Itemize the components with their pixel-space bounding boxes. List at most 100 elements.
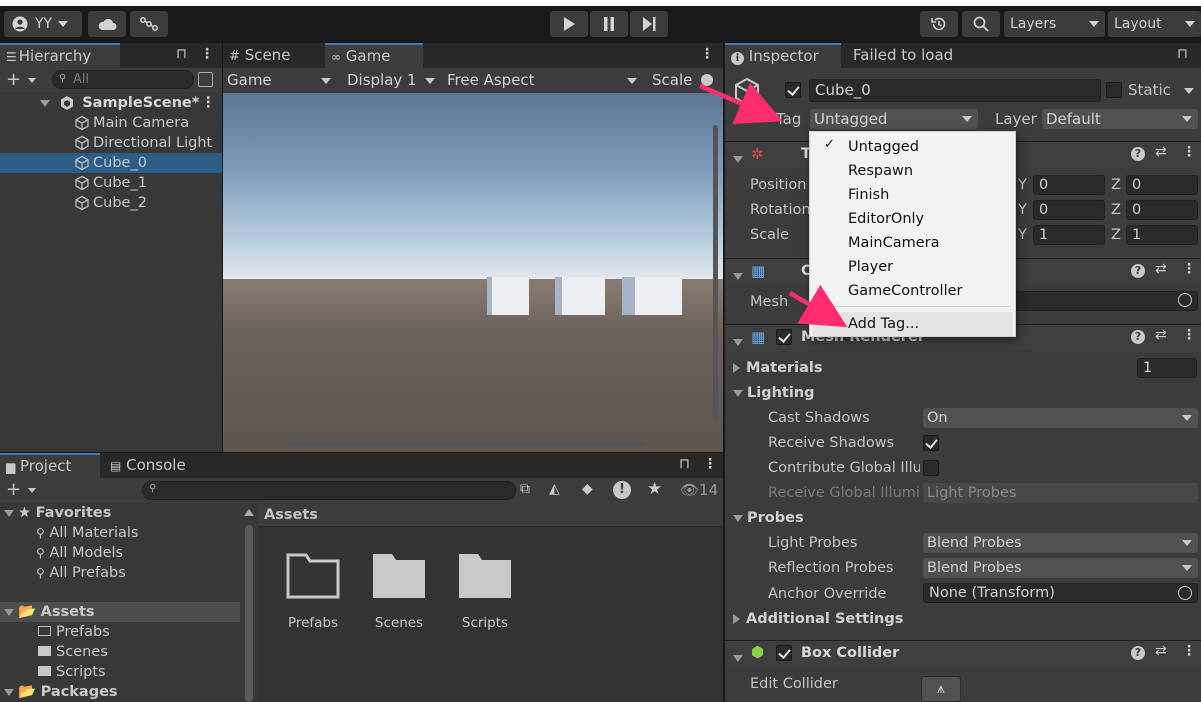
filter-type-icon[interactable]: ◭ [549, 481, 560, 497]
favorite-item[interactable]: ⚲ All Models [36, 543, 123, 563]
lock-icon[interactable]: ⊓ [176, 46, 187, 62]
step-button[interactable] [630, 11, 668, 37]
tag-menu-item[interactable]: MainCamera [812, 232, 1013, 254]
more-options-icon[interactable]: ⋮ [703, 456, 717, 472]
reflection-probes-dropdown[interactable]: Blend Probes [923, 558, 1198, 578]
tab-project[interactable]: ▆ Project [0, 453, 100, 478]
more-options-icon[interactable]: ⋮ [1182, 144, 1196, 160]
tag-menu-item[interactable]: Respawn [812, 160, 1013, 182]
search-button[interactable] [962, 11, 1000, 37]
hierarchy-item[interactable]: Cube_1 [0, 173, 222, 193]
cast-shadows-dropdown[interactable]: On [923, 408, 1198, 428]
favorite-item[interactable]: ⚲ All Prefabs [36, 563, 126, 583]
materials-foldout[interactable]: Materials [733, 358, 823, 378]
static-checkbox[interactable] [1106, 82, 1122, 98]
preset-icon[interactable]: ⇄ [1155, 261, 1167, 277]
lock-icon[interactable]: ⊓ [679, 456, 690, 472]
hierarchy-item[interactable]: Cube_2 [0, 193, 222, 213]
contribute-gi-checkbox[interactable] [923, 460, 939, 476]
star-icon[interactable]: ★ [647, 479, 662, 499]
position-y-field[interactable]: 0 [1033, 175, 1105, 195]
edit-collider-button[interactable]: ⩚ [921, 676, 961, 702]
additional-settings-foldout[interactable]: Additional Settings [733, 609, 903, 629]
add-icon[interactable]: + [6, 69, 21, 90]
help-icon[interactable]: ? [1131, 147, 1145, 161]
more-options-icon[interactable]: ⋮ [1182, 643, 1196, 659]
scale-slider-handle[interactable] [701, 74, 713, 86]
tag-menu-item[interactable]: EditorOnly [812, 208, 1013, 230]
cloud-button[interactable] [88, 11, 126, 37]
more-options-icon[interactable]: ⋮ [1182, 261, 1196, 277]
lighting-foldout[interactable]: Lighting [733, 383, 815, 403]
display-dropdown[interactable]: Display 1 [343, 70, 439, 91]
tag-menu-item[interactable]: GameController [812, 280, 1013, 302]
assets-breadcrumb[interactable]: Assets [258, 503, 723, 527]
search-by-type-icon[interactable]: ⧉ [520, 481, 530, 497]
scale-z-field[interactable]: 1 [1126, 225, 1198, 245]
add-tag-menu-item[interactable]: Add Tag... [812, 312, 1013, 336]
favorites-row[interactable]: ★ Favorites [4, 503, 111, 523]
tab-hierarchy[interactable]: ☰ Hierarchy [0, 43, 120, 68]
chevron-down-icon[interactable] [28, 78, 36, 83]
object-name-input[interactable]: Cube_0 [809, 79, 1101, 102]
preset-icon[interactable]: ⇄ [1155, 643, 1167, 659]
object-picker-icon[interactable] [1178, 586, 1192, 600]
box-collider-header[interactable]: ⬢ Box Collider ? ⇄ ⋮ [725, 640, 1201, 666]
lock-icon[interactable]: ⊓ [1177, 46, 1188, 62]
tag-menu-item[interactable]: Finish [812, 184, 1013, 206]
more-options-icon[interactable]: ⋮ [1182, 327, 1196, 343]
aspect-dropdown[interactable]: Free Aspect [443, 70, 641, 91]
account-button[interactable]: YY [4, 11, 82, 37]
active-checkbox[interactable] [785, 82, 801, 98]
chevron-down-icon[interactable] [1184, 88, 1194, 94]
asset-folder-item[interactable]: Scenes [38, 642, 108, 662]
object-picker-icon[interactable] [1178, 293, 1192, 307]
scene-row[interactable]: SampleScene* ⋮ [0, 93, 222, 113]
play-button[interactable] [550, 11, 588, 37]
probes-foldout[interactable]: Probes [733, 508, 804, 528]
collab-button[interactable] [130, 11, 168, 37]
asset-folder-item[interactable]: Prefabs [38, 622, 110, 642]
layers-dropdown[interactable]: Layers [1004, 11, 1105, 37]
add-icon[interactable]: + [6, 479, 21, 500]
tag-dropdown[interactable]: Untagged [810, 109, 978, 129]
asset-grid-folder[interactable]: Scenes [352, 545, 446, 635]
scale-y-field[interactable]: 1 [1033, 225, 1105, 245]
tag-menu-item[interactable]: Player [812, 256, 1013, 278]
hierarchy-item[interactable]: Main Camera [0, 113, 222, 133]
tab-console[interactable]: ▤ Console [104, 453, 214, 478]
vertical-scrollbar[interactable] [713, 125, 718, 420]
box-collider-enabled-checkbox[interactable] [776, 645, 792, 661]
asset-grid-folder[interactable]: Scripts [438, 545, 532, 635]
tab-scene[interactable]: # Scene [223, 43, 323, 68]
hierarchy-search-input[interactable]: All [52, 70, 194, 89]
more-options-icon[interactable]: ⋮ [700, 46, 714, 62]
favorite-item[interactable]: ⚲ All Materials [36, 523, 138, 543]
hierarchy-item[interactable]: Directional Light [0, 133, 222, 153]
anchor-override-field[interactable]: None (Transform) [923, 583, 1198, 603]
mesh-renderer-enabled-checkbox[interactable] [776, 329, 792, 345]
light-probes-dropdown[interactable]: Blend Probes [923, 533, 1198, 553]
game-mode-dropdown[interactable]: Game [223, 70, 335, 91]
position-z-field[interactable]: 0 [1126, 175, 1198, 195]
asset-folder-item[interactable]: Scripts [38, 662, 106, 682]
tag-icon[interactable]: ◆ [582, 481, 593, 497]
tab-game[interactable]: ∞ Game [325, 43, 423, 68]
materials-count-field[interactable]: 1 [1137, 358, 1197, 378]
preset-icon[interactable]: ⇄ [1155, 144, 1167, 160]
tag-menu-item[interactable]: ✓ Untagged [812, 136, 1013, 158]
tab-inspector[interactable]: i Inspector [725, 43, 841, 68]
tree-scrollbar[interactable] [245, 525, 253, 702]
game-viewport[interactable] [223, 93, 723, 452]
help-icon[interactable]: ? [1131, 264, 1145, 278]
chevron-down-icon[interactable] [28, 488, 36, 493]
packages-row[interactable]: 📂 Packages [4, 682, 118, 702]
pause-button[interactable] [590, 11, 628, 37]
help-icon[interactable]: ? [1131, 646, 1145, 660]
horizontal-scrollbar[interactable] [287, 441, 647, 446]
hidden-packages-count[interactable]: 👁14 [680, 481, 718, 499]
project-search-input[interactable] [142, 481, 516, 500]
more-options-icon[interactable]: ⋮ [201, 93, 216, 113]
warning-icon[interactable]: ! [613, 481, 631, 499]
help-icon[interactable]: ? [1131, 330, 1145, 344]
